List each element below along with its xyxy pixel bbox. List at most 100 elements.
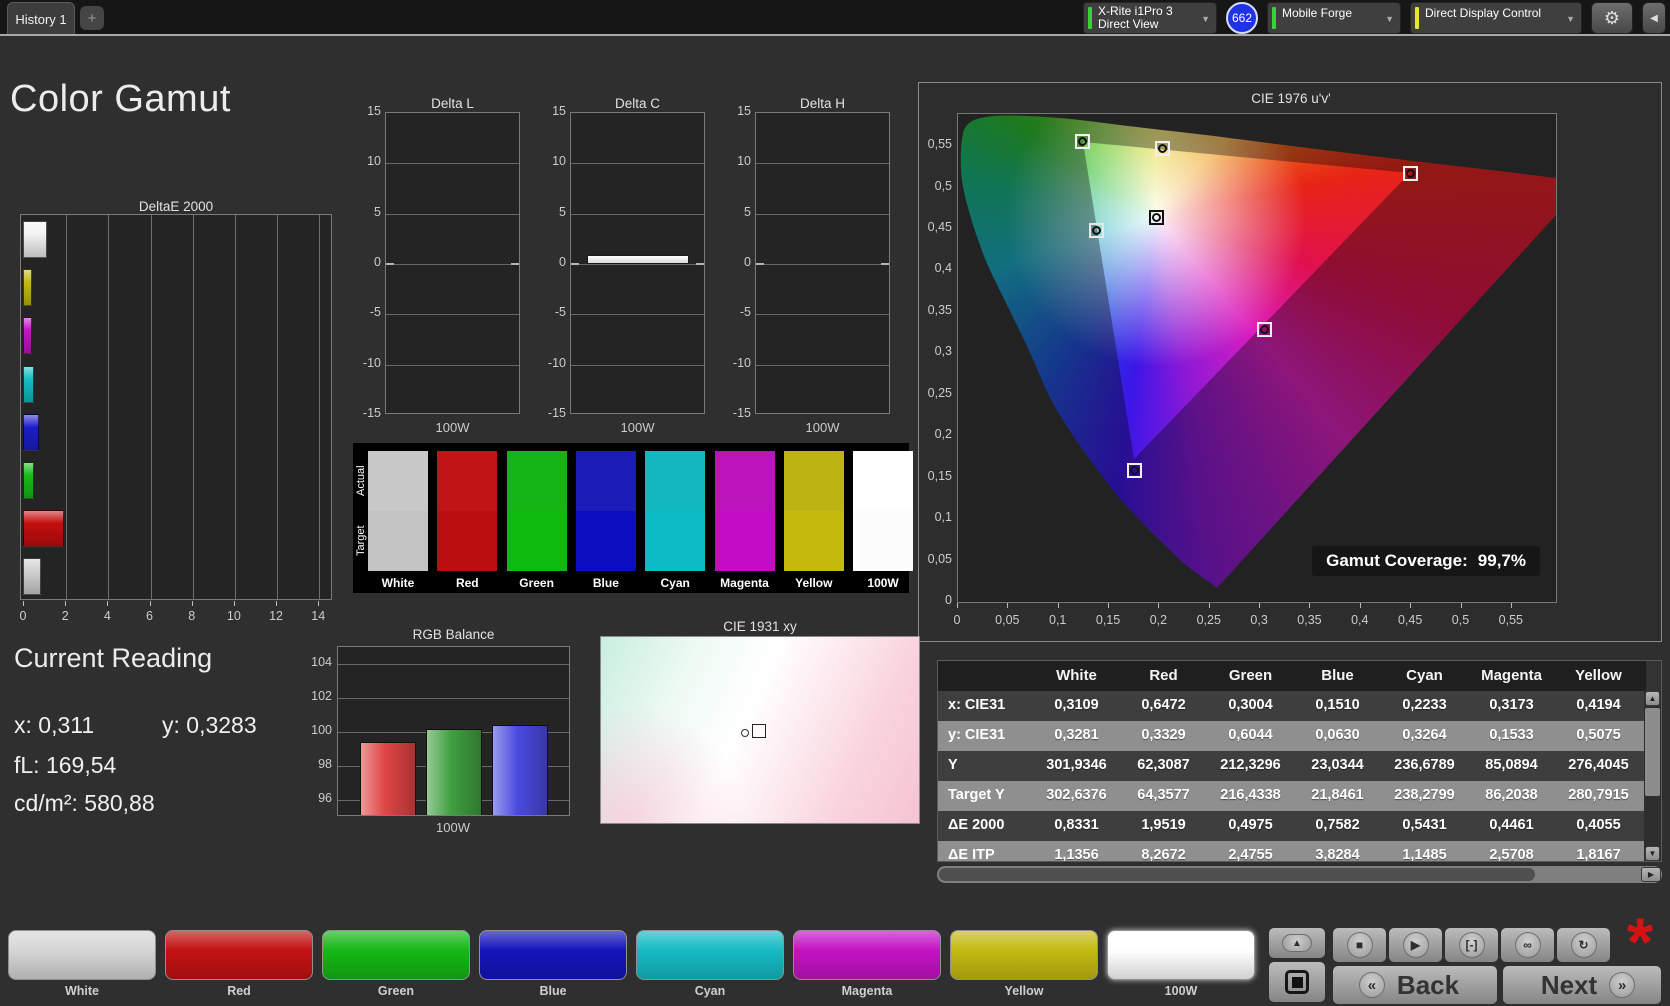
loop-button[interactable]: ∞ <box>1500 927 1555 963</box>
settings-button[interactable]: ⚙ <box>1591 2 1633 34</box>
pattern-window-button[interactable] <box>1268 961 1326 1003</box>
add-tab-button[interactable]: + <box>80 6 104 30</box>
cie-x-tick-label: 0 <box>953 613 961 627</box>
table-cell: 85,0894 <box>1485 757 1538 773</box>
next-button[interactable]: Next » <box>1502 965 1662 1005</box>
deltae-bar-cyan <box>23 365 35 403</box>
pattern-button-red[interactable] <box>165 930 313 980</box>
y-tick-label: -15 <box>732 405 751 420</box>
scroll-up-button[interactable]: ▲ <box>1645 691 1660 706</box>
display-control-dropdown[interactable]: Direct Display Control ▼ <box>1410 2 1582 34</box>
scroll-down-button[interactable]: ▼ <box>1645 846 1660 861</box>
swatch-column-magenta: Magenta <box>714 451 775 590</box>
tick <box>191 601 193 606</box>
swatch-label: Red <box>455 576 479 590</box>
delta-h-title: Delta H <box>799 96 845 111</box>
table-cell: 0,6044 <box>1228 727 1273 743</box>
swatch-label: Yellow <box>795 576 833 590</box>
gridline <box>571 264 704 265</box>
table-cell: 0,2233 <box>1402 697 1447 713</box>
row-label: Y <box>948 757 958 773</box>
cie-x-tick <box>1108 603 1110 608</box>
actual-swatch <box>437 451 498 511</box>
reading-fl: fL: 169,54 <box>14 752 117 778</box>
cie-y-tick-label: 0,4 <box>934 261 952 276</box>
workflow-dropdown[interactable]: Mobile Forge ▼ <box>1267 2 1401 34</box>
next-button-label: Next <box>1540 969 1598 1000</box>
cie-x-tick-label: 0,1 <box>1048 613 1067 627</box>
delta-c-x-label: 100W <box>620 420 655 435</box>
pattern-button-blue[interactable] <box>479 930 627 980</box>
scroll-right-button[interactable]: ▶ <box>1641 867 1661 882</box>
actual-swatch <box>575 451 636 511</box>
range-button[interactable]: [-] <box>1444 927 1499 963</box>
gridline <box>108 215 110 599</box>
cie-1931-target-marker <box>752 724 766 738</box>
table-row: Y 301,9346 62,3087 212,3296 23,0344 236,6789 8… <box>938 751 1646 781</box>
tab-history-1[interactable]: History 1 <box>7 2 75 35</box>
actual-swatch <box>506 451 567 511</box>
table-cell: 0,3004 <box>1228 697 1273 713</box>
table-cell: 301,9346 <box>1046 757 1107 773</box>
horizontal-scroll-thumb[interactable] <box>939 868 1535 881</box>
pattern-button-label: Magenta <box>841 984 893 998</box>
cie-x-tick <box>1460 603 1462 608</box>
cie-x-tick <box>1410 603 1412 608</box>
target-swatch <box>506 511 567 571</box>
pattern-button-magenta[interactable] <box>793 930 941 980</box>
refresh-button[interactable]: ↻ <box>1556 927 1611 963</box>
deltae-x-axis: 0 2 4 6 8 10 12 14 <box>20 601 332 629</box>
play-button[interactable]: ▶ <box>1388 927 1443 963</box>
back-button[interactable]: « Back <box>1332 965 1498 1005</box>
results-table: White Red Green Blue Cyan Magenta Yellow x: CIE… <box>937 660 1662 862</box>
pattern-button-white[interactable] <box>8 930 156 980</box>
swatch-column-blue: Blue <box>575 451 636 590</box>
display-control-status-stripe <box>1415 7 1419 29</box>
rgb-balance-x-label: 100W <box>436 820 470 835</box>
cie-x-tick-label: 0,45 <box>1397 613 1423 627</box>
swatch-label: Green <box>519 576 554 590</box>
tick-label: 12 <box>269 609 283 623</box>
pattern-window-up-button[interactable]: ▲ <box>1268 927 1326 959</box>
arrow-up-icon: ▲ <box>1292 937 1302 949</box>
gridline <box>386 163 519 165</box>
pattern-button-label: Green <box>377 984 415 998</box>
table-cell: 86,2038 <box>1485 787 1538 803</box>
rgb-balance-plot <box>337 646 570 816</box>
stop-button[interactable]: ■ <box>1332 927 1387 963</box>
target-swatch <box>714 511 775 571</box>
square-icon <box>1291 976 1303 988</box>
table-cell: 216,4338 <box>1220 787 1281 803</box>
y-tick-label: 0 <box>374 255 381 269</box>
deltae-chart-title: DeltaE 2000 <box>138 199 214 214</box>
cie-x-tick-label: 0,35 <box>1297 613 1322 627</box>
y-tick-label: 5 <box>559 204 566 219</box>
pattern-button-label: 100W <box>1164 984 1198 998</box>
pattern-button-100w[interactable] <box>1107 930 1255 980</box>
delta-bar <box>587 255 689 264</box>
vertical-scroll-thumb[interactable] <box>1645 708 1660 796</box>
table-cell: 0,6472 <box>1141 697 1186 713</box>
pattern-button-green[interactable] <box>322 930 470 980</box>
pattern-button-cyan[interactable] <box>636 930 784 980</box>
gridline <box>756 213 889 215</box>
y-tick-label: 0 <box>744 255 751 269</box>
meter-count-badge[interactable]: 662 <box>1226 2 1258 34</box>
table-horizontal-scrollbar[interactable]: ▶ <box>937 866 1662 883</box>
cie-y-tick-label: 0,55 <box>927 137 952 152</box>
pattern-button-yellow[interactable] <box>950 930 1098 980</box>
table-cell: 2,5708 <box>1489 847 1534 862</box>
gridline <box>756 314 889 316</box>
tick-label: 4 <box>103 609 111 623</box>
table-cell: 62,3087 <box>1137 757 1190 773</box>
cie-y-tick-label: 0,2 <box>934 427 952 442</box>
actual-marker-magenta <box>1259 324 1269 334</box>
table-vertical-scrollbar[interactable]: ▲ ▼ <box>1644 691 1661 861</box>
delta-l-chart: Delta L 100W 15 10 5 0 -5 -10 -15 <box>357 96 525 440</box>
gridline <box>386 213 519 215</box>
table-cell: 0,3281 <box>1054 727 1099 743</box>
collapse-panel-button[interactable]: ◀ <box>1642 2 1666 34</box>
tick-label: 2 <box>61 609 69 623</box>
current-reading-title: Current Reading <box>14 643 213 673</box>
meter-dropdown[interactable]: X-Rite i1Pro 3 Direct View ▼ <box>1083 2 1217 34</box>
